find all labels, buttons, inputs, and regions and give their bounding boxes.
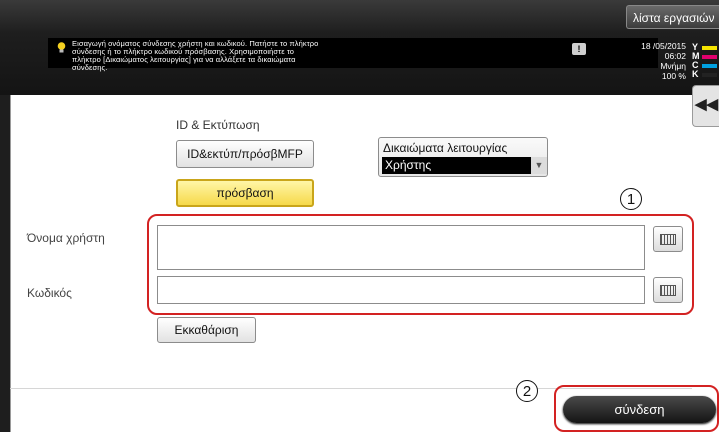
login-button[interactable]: σύνδεση bbox=[563, 396, 716, 423]
username-label: Όνομα χρήστη bbox=[27, 231, 105, 245]
time-text: 06:02 bbox=[664, 51, 686, 61]
access-button[interactable]: πρόσβαση bbox=[176, 179, 314, 207]
toner-bar bbox=[702, 46, 717, 50]
job-list-button[interactable]: λίστα εργασιών bbox=[626, 5, 719, 29]
device-status: 18 /05/2015 06:02 Μνήμη 100 % bbox=[608, 41, 686, 81]
toner-bar bbox=[702, 73, 717, 77]
date-text: 18 /05/2015 bbox=[641, 41, 686, 51]
auth-section-label: ID & Εκτύπωση bbox=[176, 118, 260, 132]
dropdown-arrow-icon: ▼ bbox=[531, 157, 547, 174]
operation-rights-select[interactable]: Δικαιώματα λειτουργίας Χρήστης ▼ bbox=[378, 137, 548, 177]
login-screen: λίστα εργασιών Εισαγωγή ονόματος σύνδεση… bbox=[0, 0, 719, 432]
toner-row-k: K bbox=[692, 69, 719, 79]
memory-value: 100 % bbox=[661, 71, 686, 81]
password-input[interactable] bbox=[157, 276, 645, 304]
username-keyboard-button[interactable] bbox=[653, 226, 683, 252]
alert-icon[interactable]: ! bbox=[572, 43, 586, 55]
rights-value: Χρήστης bbox=[382, 157, 532, 174]
memory-label: Μνήμη bbox=[660, 61, 686, 71]
toner-bar bbox=[702, 55, 717, 59]
collapse-panel-button[interactable]: ◀◀ bbox=[692, 85, 719, 127]
left-edge-strip bbox=[0, 95, 10, 432]
keyboard-icon bbox=[660, 234, 676, 245]
callout-number-2: 2 bbox=[516, 380, 538, 402]
lightbulb-icon bbox=[57, 42, 66, 53]
toner-letter: K bbox=[692, 69, 699, 79]
rights-label: Δικαιώματα λειτουργίας bbox=[383, 141, 508, 155]
toner-levels: Y M C K bbox=[692, 42, 719, 79]
message-line: πλήκτρο [Δικαιώματος λειτουργίας] για να… bbox=[72, 55, 296, 64]
toner-bar bbox=[702, 64, 717, 68]
message-line: σύνδεσης. bbox=[72, 63, 108, 72]
username-input[interactable] bbox=[157, 225, 645, 270]
keyboard-icon bbox=[660, 285, 676, 296]
callout-number-1: 1 bbox=[620, 188, 642, 210]
clear-button[interactable]: Εκκαθάριση bbox=[157, 317, 256, 343]
instruction-message: Εισαγωγή ονόματος σύνδεσης χρήστη και κω… bbox=[72, 40, 432, 72]
id-print-button[interactable]: ID&εκτύπ/πρόσβMFP bbox=[176, 140, 314, 168]
password-keyboard-button[interactable] bbox=[653, 277, 683, 303]
password-label: Κωδικός bbox=[27, 286, 72, 300]
